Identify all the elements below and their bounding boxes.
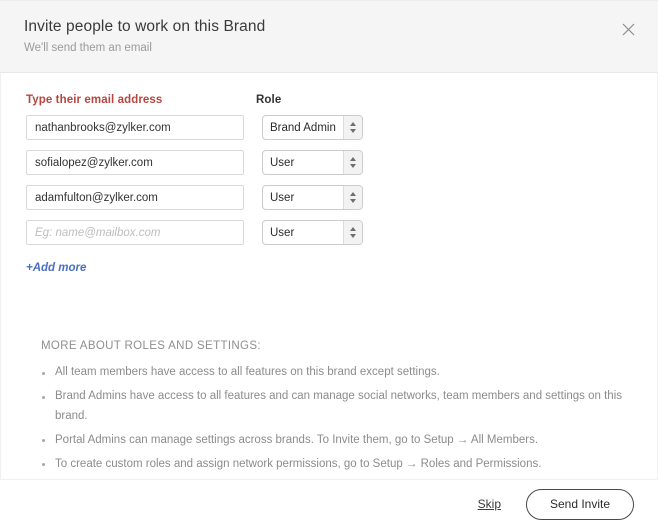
list-item: Portal Admins can manage settings across…	[41, 431, 641, 451]
send-invite-button[interactable]: Send Invite	[526, 488, 634, 520]
invite-row: User	[26, 220, 657, 245]
email-input-empty[interactable]	[26, 220, 244, 245]
close-button[interactable]	[619, 20, 637, 38]
list-item: Brand Admins have access to all features…	[41, 387, 641, 426]
role-select[interactable]: User	[262, 150, 363, 175]
invite-row: Brand Admin	[26, 115, 657, 140]
info-heading: MORE ABOUT ROLES AND SETTINGS:	[41, 340, 261, 352]
dialog-body: Type their email address Role Brand Admi…	[0, 73, 658, 479]
form-column-headers: Type their email address Role	[26, 94, 657, 106]
dialog-header: Invite people to work on this Brand We'l…	[0, 0, 658, 73]
role-column-header: Role	[256, 94, 282, 106]
role-select-wrapper: User	[262, 150, 363, 175]
page-title: Invite people to work on this Brand	[24, 18, 266, 35]
skip-link[interactable]: Skip	[478, 497, 501, 511]
dialog-subtitle: We'll send them an email	[24, 42, 152, 54]
role-select[interactable]: User	[262, 220, 363, 245]
role-select-wrapper: User	[262, 185, 363, 210]
email-column-header: Type their email address	[26, 94, 163, 106]
list-item: To create custom roles and assign networ…	[41, 455, 641, 475]
list-item: All team members have access to all feat…	[41, 363, 641, 383]
info-list: All team members have access to all feat…	[41, 363, 641, 474]
invite-form: Type their email address Role Brand Admi…	[1, 73, 657, 276]
role-select-wrapper: Brand Admin	[262, 115, 363, 140]
email-input[interactable]	[26, 150, 244, 175]
invite-dialog: Invite people to work on this Brand We'l…	[0, 0, 658, 529]
role-select[interactable]: Brand Admin	[262, 115, 363, 140]
close-icon	[622, 23, 635, 36]
role-select-wrapper: User	[262, 220, 363, 245]
email-input[interactable]	[26, 185, 244, 210]
add-more-link[interactable]: +Add more	[26, 262, 86, 274]
email-input[interactable]	[26, 115, 244, 140]
role-select[interactable]: User	[262, 185, 363, 210]
dialog-footer: Skip Send Invite	[0, 478, 658, 529]
roles-info-block: MORE ABOUT ROLES AND SETTINGS: All team …	[41, 340, 641, 474]
invite-row: User	[26, 185, 657, 210]
invite-row: User	[26, 150, 657, 175]
